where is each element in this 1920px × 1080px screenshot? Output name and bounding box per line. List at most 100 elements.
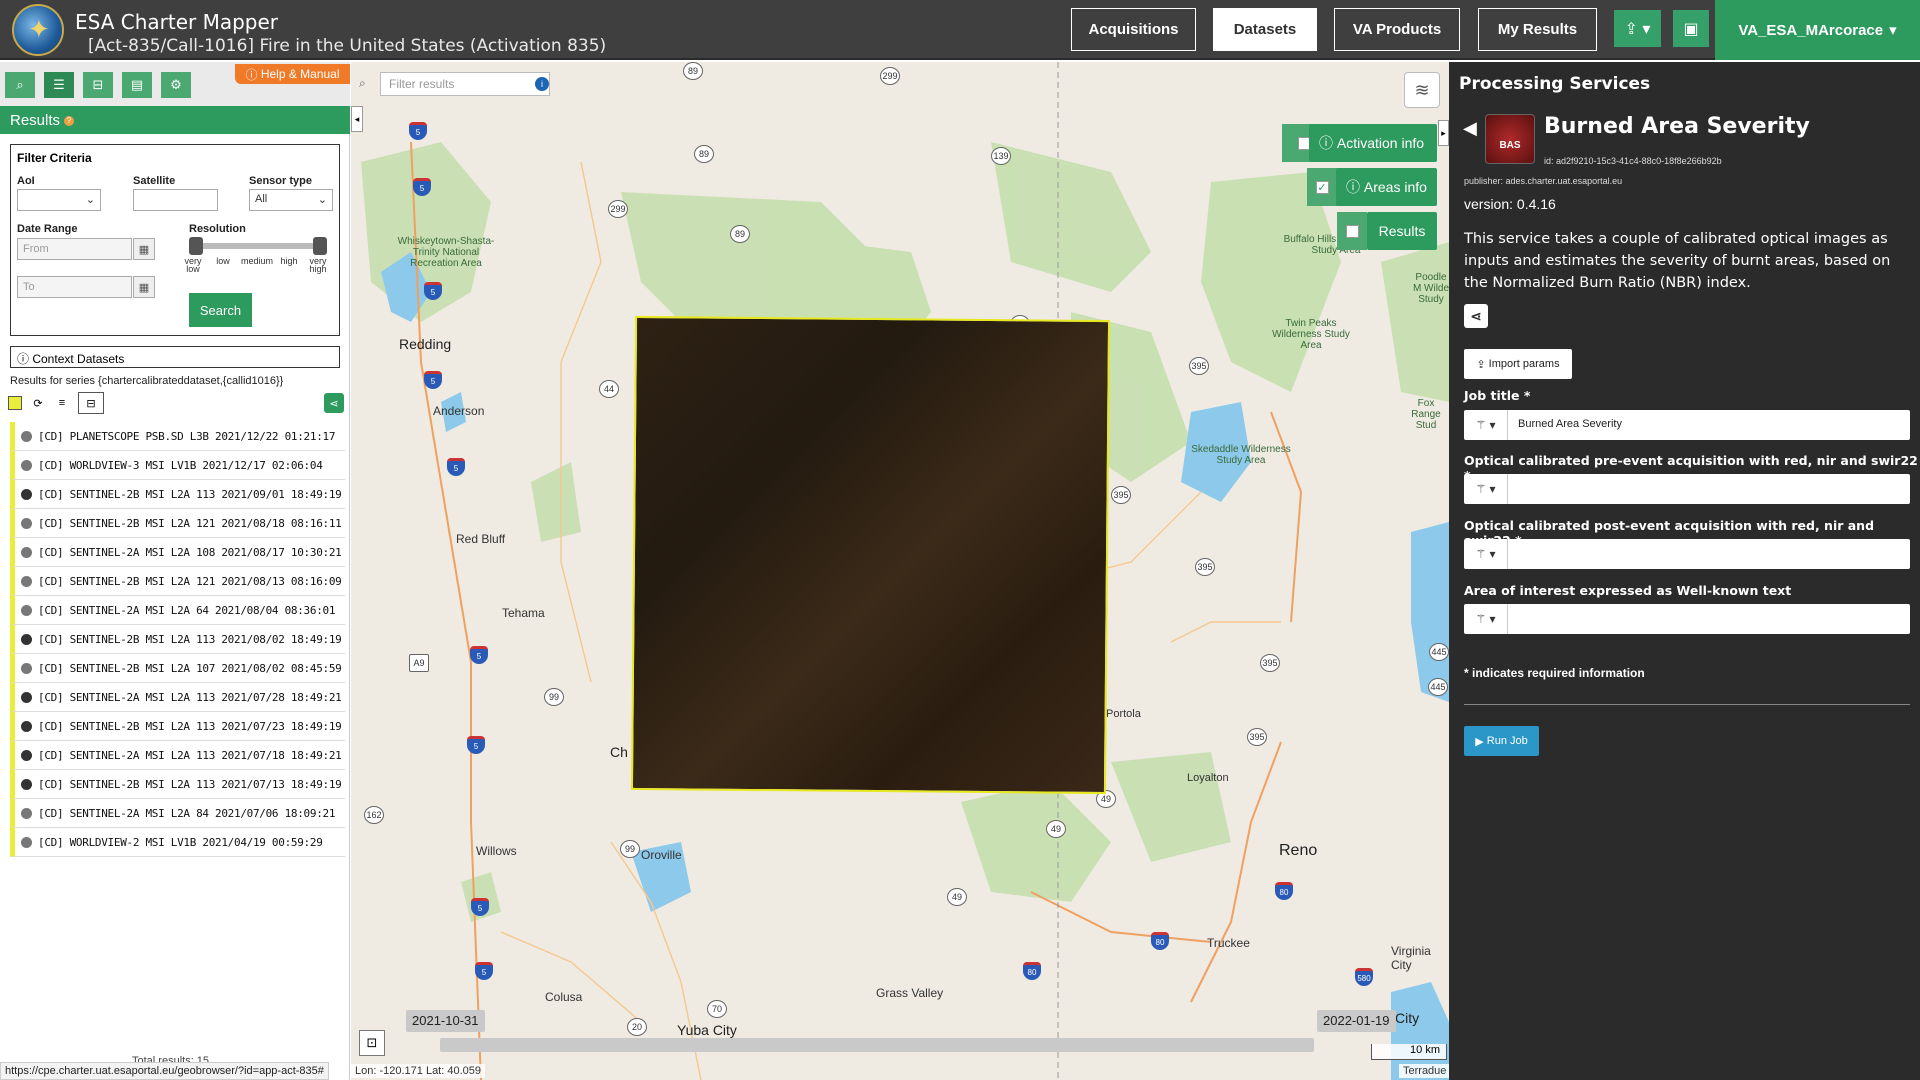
areas-info-button[interactable]: ⓘ Areas info xyxy=(1336,168,1437,206)
series-text: Results for series {chartercalibrateddat… xyxy=(10,375,284,387)
timeline-icon: ⊡ xyxy=(366,1035,378,1050)
magic-wand-icon[interactable]: ⚚ ▾ xyxy=(1464,604,1508,634)
dataset-row[interactable]: [CD] WORLDVIEW-3 MSI LV1B 2021/12/17 02:… xyxy=(10,451,345,480)
basket-icon[interactable]: ⊟ xyxy=(78,392,104,414)
basket-tab[interactable]: ⊟ xyxy=(83,72,113,98)
dataset-list: [CD] PLANETSCOPE PSB.SD L3B 2021/12/22 0… xyxy=(10,422,345,857)
dataset-row[interactable]: [CD] SENTINEL-2B MSI L2A 113 2021/08/02 … xyxy=(10,625,345,654)
calendar-icon[interactable]: ▦ xyxy=(133,276,155,298)
share-icon[interactable]: ⋖ xyxy=(1464,304,1488,328)
refresh-icon[interactable]: ⟳ xyxy=(28,393,48,413)
post-event-field[interactable]: ⚚ ▾ xyxy=(1464,539,1910,569)
share-icon[interactable]: ⋖ xyxy=(324,393,344,413)
nav-acquisitions[interactable]: Acquisitions xyxy=(1071,8,1196,51)
nav-datasets[interactable]: Datasets xyxy=(1213,8,1317,51)
left-tabs: ⌕ ☰ ⊟ ▤ ⚙ ⓘ Help & Manual xyxy=(0,62,350,106)
info-icon[interactable]: i xyxy=(535,77,549,91)
pre-event-field[interactable]: ⚚ ▾ xyxy=(1464,474,1910,504)
info-icon: ⓘ xyxy=(17,352,33,366)
activation-info-button[interactable]: ⓘ Activation info xyxy=(1309,124,1437,162)
dataset-row[interactable]: [CD] SENTINEL-2A MSI L2A 108 2021/08/17 … xyxy=(10,538,345,567)
route-shield: 299 xyxy=(880,67,900,85)
interstate-shield: 5 xyxy=(467,736,485,754)
job-title-field[interactable]: ⚚ ▾ Burned Area Severity xyxy=(1464,410,1910,440)
results-tab[interactable]: ☰ xyxy=(44,72,74,98)
satellite-image-footprint[interactable] xyxy=(630,315,1111,795)
timeline-start-date: 2021-10-31 xyxy=(406,1010,485,1032)
dataset-row[interactable]: [CD] SENTINEL-2A MSI L2A 113 2021/07/28 … xyxy=(10,683,345,712)
timeline-toggle-button[interactable]: ⊡ xyxy=(359,1030,385,1056)
upload-button[interactable]: ⇪ ▾ xyxy=(1614,10,1661,47)
collapse-left-panel-button[interactable]: ◂ xyxy=(351,106,363,132)
run-job-button[interactable]: ▶ Run Job xyxy=(1464,726,1539,756)
dataset-label: [CD] WORLDVIEW-2 MSI LV1B 2021/04/19 00:… xyxy=(38,835,323,849)
route-shield: 99 xyxy=(544,688,564,706)
slider-min-handle[interactable] xyxy=(189,237,203,255)
dataset-row[interactable]: [CD] SENTINEL-2A MSI L2A 84 2021/07/06 1… xyxy=(10,799,345,828)
left-panel: ⌕ ☰ ⊟ ▤ ⚙ ⓘ Help & Manual Results? Filte… xyxy=(0,62,350,1080)
dataset-row[interactable]: [CD] SENTINEL-2B MSI L2A 113 2021/07/23 … xyxy=(10,712,345,741)
aoi-field[interactable]: ⚚ ▾ xyxy=(1464,604,1910,634)
calendar-icon[interactable]: ▦ xyxy=(133,238,155,260)
magic-wand-icon[interactable]: ⚚ ▾ xyxy=(1464,539,1508,569)
dataset-label: [CD] SENTINEL-2B MSI L2A 113 2021/09/01 … xyxy=(38,487,342,501)
dataset-row[interactable]: [CD] SENTINEL-2A MSI L2A 113 2021/07/18 … xyxy=(10,741,345,770)
dataset-row[interactable]: [CD] SENTINEL-2B MSI L2A 121 2021/08/18 … xyxy=(10,509,345,538)
sensor-select[interactable]: All ⌄ xyxy=(249,189,333,211)
slider-max-handle[interactable] xyxy=(313,237,327,255)
route-shield: A9 xyxy=(409,654,429,672)
results-checkbox[interactable] xyxy=(1345,224,1359,238)
nav-my-results[interactable]: My Results xyxy=(1478,8,1597,51)
magic-wand-icon[interactable]: ⚚ ▾ xyxy=(1464,410,1508,440)
help-button[interactable]: ⓘ Help & Manual xyxy=(235,64,350,84)
question-icon[interactable]: ? xyxy=(64,116,75,127)
to-date-input[interactable]: To xyxy=(17,276,132,298)
dataset-row[interactable]: [CD] SENTINEL-2B MSI L2A 113 2021/07/13 … xyxy=(10,770,345,799)
filter-results-input[interactable]: Filter results xyxy=(380,72,550,96)
globe-icon xyxy=(21,836,32,848)
resolution-slider[interactable] xyxy=(189,237,327,255)
from-date-input[interactable]: From xyxy=(17,238,132,260)
dataset-row[interactable]: [CD] SENTINEL-2A MSI L2A 64 2021/08/04 0… xyxy=(10,596,345,625)
results-header: Results? xyxy=(0,106,350,134)
play-icon: ▶ xyxy=(1475,735,1487,748)
back-arrow-icon[interactable]: ◀ xyxy=(1463,118,1477,139)
collapse-right-panel-button[interactable]: ▸ xyxy=(1438,120,1449,146)
dataset-row[interactable]: [CD] WORLDVIEW-2 MSI LV1B 2021/04/19 00:… xyxy=(10,828,345,857)
briefcase-button[interactable]: ▣ xyxy=(1673,10,1709,47)
dataset-row[interactable]: [CD] SENTINEL-2B MSI L2A 107 2021/08/02 … xyxy=(10,654,345,683)
nav-va-products[interactable]: VA Products xyxy=(1334,8,1460,51)
filter-box: Filter Criteria AoI ⌄ Satellite Sensor t… xyxy=(10,144,340,336)
map-view[interactable]: Redding Anderson Red Bluff Tehama Willow… xyxy=(351,62,1449,1080)
areas-info-checkbox[interactable]: ✓ xyxy=(1315,180,1329,194)
dataset-row[interactable]: [CD] PLANETSCOPE PSB.SD L3B 2021/12/22 0… xyxy=(10,422,345,451)
layers-button[interactable]: ≋ xyxy=(1404,72,1440,108)
results-toggle[interactable] xyxy=(1337,212,1367,250)
route-shield: 395 xyxy=(1247,728,1267,746)
divider xyxy=(1464,704,1910,705)
results-button[interactable]: Results xyxy=(1367,212,1437,250)
import-params-button[interactable]: ⇪ Import params xyxy=(1464,349,1572,379)
user-menu[interactable]: VA_ESA_MArcorace ▾ xyxy=(1715,0,1920,60)
aoi-select[interactable]: ⌄ xyxy=(17,189,101,211)
status-url: https://cpe.charter.uat.esaportal.eu/geo… xyxy=(0,1062,329,1080)
archive-tab[interactable]: ▤ xyxy=(122,72,152,98)
areas-info-toggle[interactable]: ✓ xyxy=(1307,168,1337,206)
globe-icon xyxy=(21,691,32,703)
search-tab[interactable]: ⌕ xyxy=(5,72,35,98)
timeline-bar[interactable] xyxy=(440,1038,1314,1052)
dataset-label: [CD] SENTINEL-2A MSI L2A 108 2021/08/17 … xyxy=(38,545,342,559)
dataset-row[interactable]: [CD] SENTINEL-2B MSI L2A 121 2021/08/13 … xyxy=(10,567,345,596)
dataset-label: [CD] SENTINEL-2B MSI L2A 113 2021/07/23 … xyxy=(38,719,342,733)
color-swatch[interactable] xyxy=(8,396,22,410)
list-icon[interactable]: ≡ xyxy=(52,393,72,413)
context-datasets-header[interactable]: ⓘ Context Datasets xyxy=(10,346,340,368)
search-button[interactable]: Search xyxy=(189,293,252,327)
satellite-input[interactable] xyxy=(133,189,218,211)
dataset-row[interactable]: [CD] SENTINEL-2B MSI L2A 113 2021/09/01 … xyxy=(10,480,345,509)
settings-tab[interactable]: ⚙ xyxy=(161,72,191,98)
magic-wand-icon[interactable]: ⚚ ▾ xyxy=(1464,474,1508,504)
map-label-willows: Willows xyxy=(476,844,517,858)
route-shield: 49 xyxy=(1046,820,1066,838)
interstate-shield: 5 xyxy=(471,898,489,916)
